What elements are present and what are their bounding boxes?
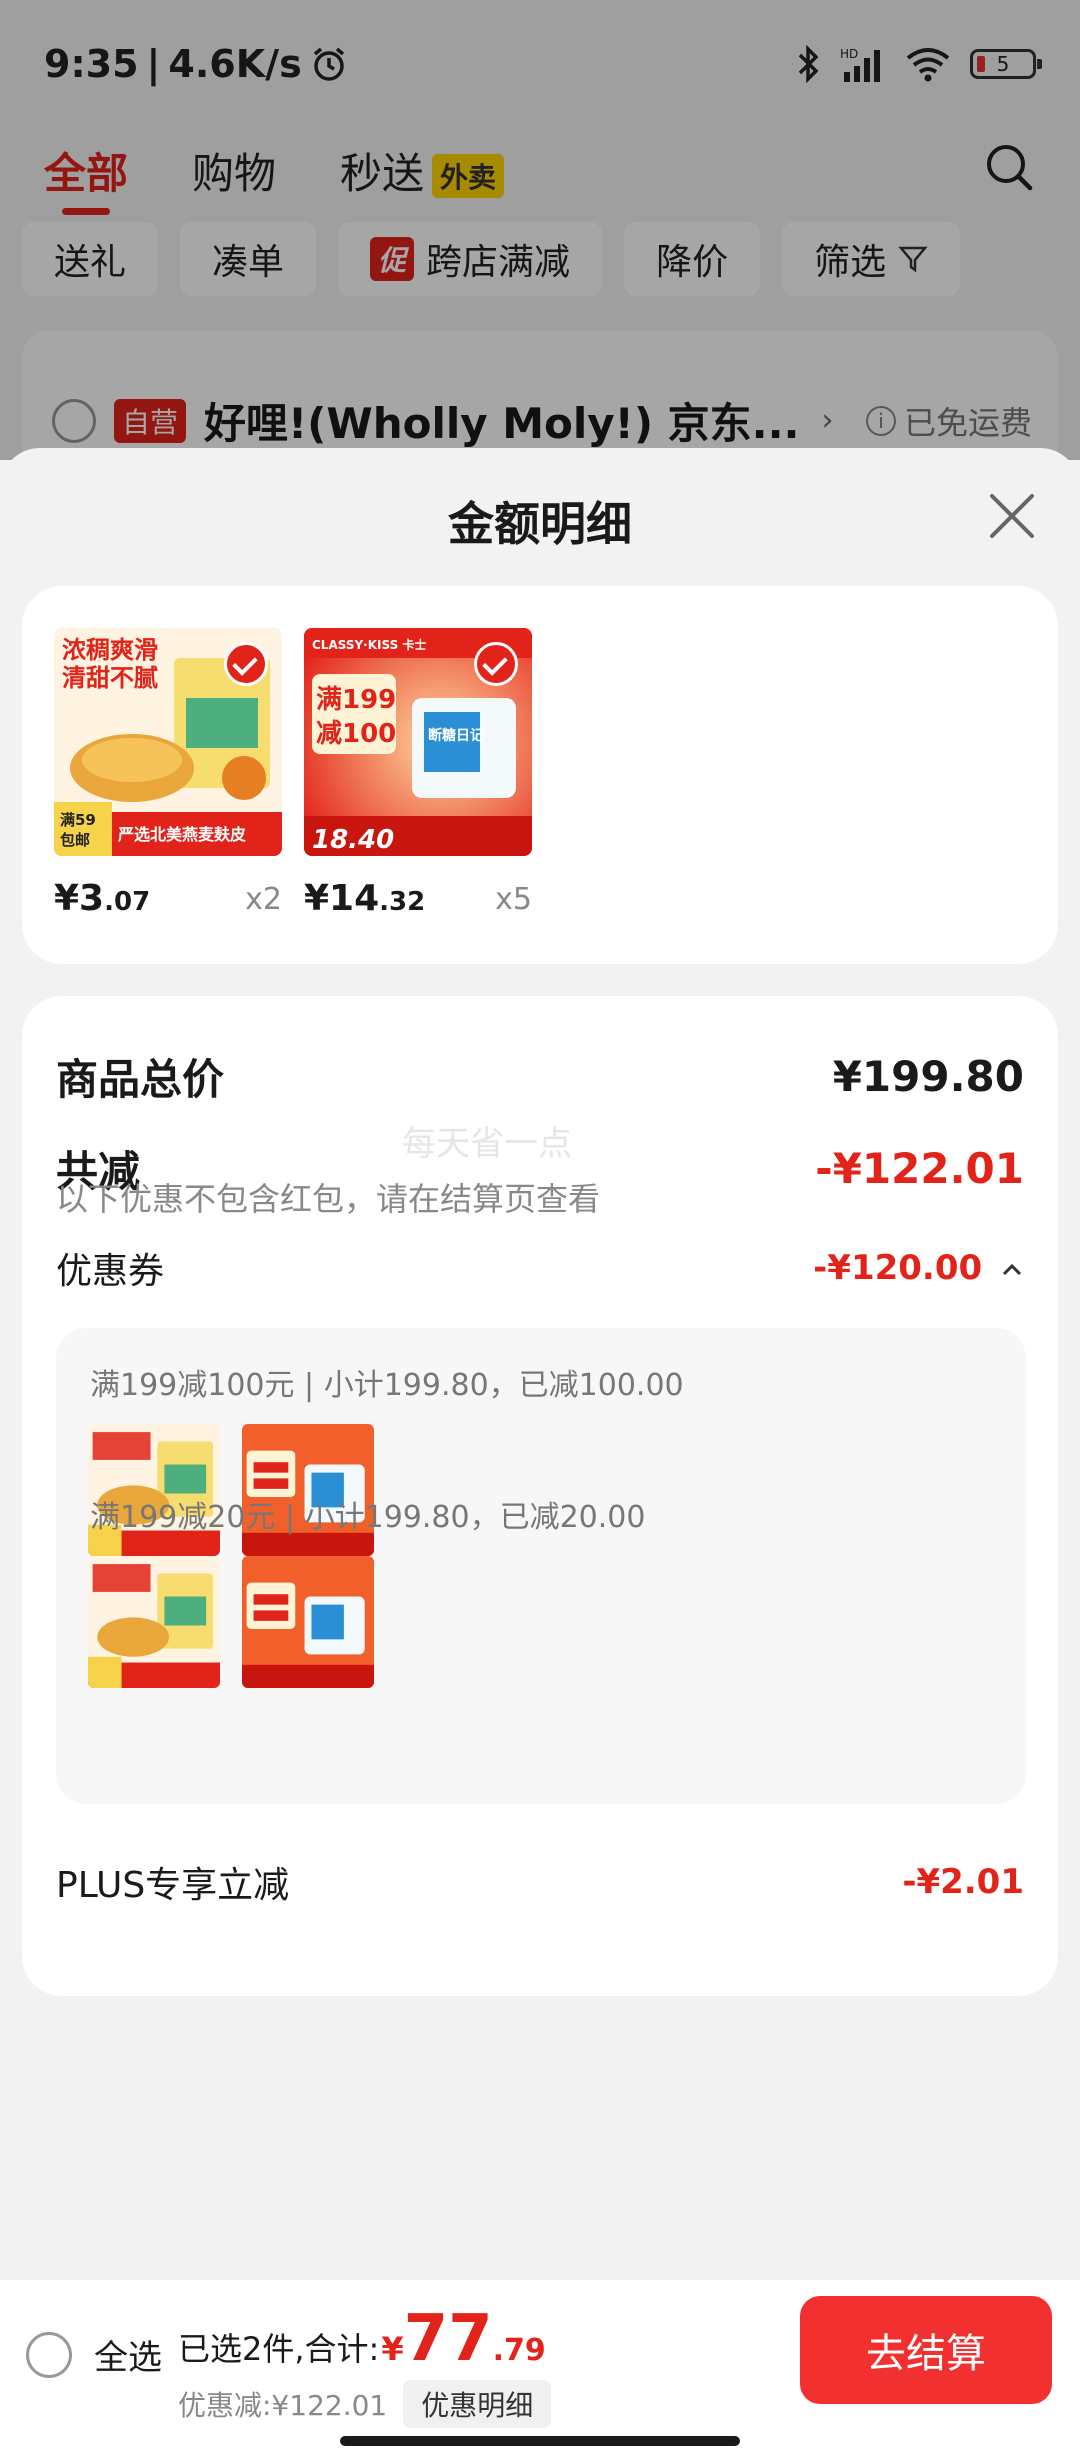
price-int: ¥14 (304, 878, 380, 919)
coupon-line: 满199减100元 | 小计199.80，已减100.00 (90, 1368, 684, 1403)
svg-text:包邮: 包邮 (60, 831, 90, 849)
selected-check-icon[interactable] (474, 642, 518, 686)
discount-detail-button[interactable]: 优惠明细 (403, 2380, 552, 2428)
selected-check-icon[interactable] (224, 642, 268, 686)
coupon-value: -¥120.00 (813, 1248, 1024, 1288)
coupon-label: 优惠券 (56, 1251, 165, 1292)
coupon-detail-box: 满199减100元 | 小计199.80，已减100.00 满199减20元 |… (56, 1328, 1026, 1804)
product-image-oat: 浓稠爽滑 清甜不腻 满59 包邮 严选北美燕麦麸皮 (54, 628, 282, 856)
chevron-up-icon[interactable] (1000, 1260, 1024, 1280)
product-qty: x5 (495, 882, 532, 917)
total-int: 77 (403, 2302, 493, 2376)
product-price: ¥14.32 (304, 878, 425, 919)
discount-line: 优惠减:¥122.01 优惠明细 (178, 2380, 552, 2428)
thumb-yogurt (242, 1556, 374, 1688)
svg-text:浓稠爽滑: 浓稠爽滑 (62, 636, 158, 664)
total-reduction-value: -¥122.01 (815, 1144, 1024, 1193)
sheet-title: 金额明细 (448, 497, 632, 551)
checkout-button[interactable]: 去结算 (800, 2296, 1052, 2404)
total-price-row: 商品总价 ¥199.80 (56, 1046, 1024, 1107)
select-all-radio[interactable] (26, 2331, 72, 2378)
price-dec: .32 (379, 887, 426, 917)
svg-text:减100: 减100 (316, 719, 396, 749)
product-price: ¥3.07 (54, 878, 150, 919)
coupon-thumbs (88, 1424, 374, 1556)
svg-text:18.40: 18.40 (312, 825, 394, 855)
plus-discount-label: PLUS专享立减 (56, 1865, 290, 1906)
total-dec: .79 (492, 2333, 546, 2368)
plus-discount-value: -¥2.01 (902, 1862, 1024, 1902)
product-image-yogurt: CLASSY·KISS 卡士 满199 减100 断糖日记 18.40 (304, 628, 532, 856)
price-dec: .07 (104, 887, 151, 917)
total-price-label: 商品总价 (56, 1055, 225, 1104)
price-int: ¥3 (54, 878, 105, 919)
svg-text:满59: 满59 (60, 811, 96, 829)
coupon-value-text: -¥120.00 (813, 1248, 983, 1288)
svg-text:清甜不腻: 清甜不腻 (62, 664, 158, 692)
total-prefix: 已选2件,合计: (178, 2330, 380, 2368)
total-currency: ¥ (381, 2330, 404, 2368)
select-all[interactable]: 全选 (26, 2330, 162, 2379)
total-line: 已选2件,合计: ¥ 77 .79 (178, 2302, 546, 2376)
home-indicator[interactable] (340, 2436, 740, 2446)
amount-detail-sheet: 金额明细 浓稠爽滑 清甜不腻 满59 包邮 严选北美燕麦麸皮 ¥3.07 x2 … (0, 448, 1080, 2460)
product-qty: x2 (245, 882, 282, 917)
product-item[interactable]: 浓稠爽滑 清甜不腻 满59 包邮 严选北美燕麦麸皮 ¥3.07 x2 (54, 628, 282, 919)
coupon-thumbs (88, 1556, 374, 1688)
coupon-row[interactable]: 优惠券 -¥120.00 (56, 1242, 1024, 1294)
svg-text:满199: 满199 (316, 685, 396, 715)
thumb-oat (88, 1556, 220, 1688)
select-all-label: 全选 (94, 2338, 162, 2378)
thumb-yogurt (242, 1424, 374, 1556)
reduction-note: 以下优惠不包含红包，请在结算页查看 (56, 1180, 601, 1218)
svg-text:断糖日记: 断糖日记 (428, 727, 484, 744)
dim-overlay[interactable] (0, 0, 1080, 460)
product-item[interactable]: CLASSY·KISS 卡士 满199 减100 断糖日记 18.40 ¥14.… (304, 628, 532, 919)
amount-detail-card: 商品总价 ¥199.80 每天省一点 共减 -¥122.01 以下优惠不包含红包… (22, 996, 1058, 1996)
thumb-oat (88, 1424, 220, 1556)
products-card: 浓稠爽滑 清甜不腻 满59 包邮 严选北美燕麦麸皮 ¥3.07 x2 CLASS… (22, 586, 1058, 964)
total-price-value: ¥199.80 (832, 1052, 1024, 1101)
discount-text: 优惠减:¥122.01 (178, 2389, 388, 2422)
coupon-line: 满199减20元 | 小计199.80，已减20.00 (90, 1500, 646, 1535)
svg-text:CLASSY·KISS 卡士: CLASSY·KISS 卡士 (312, 637, 426, 652)
plus-discount-row: PLUS专享立减 -¥2.01 (56, 1856, 1024, 1908)
checkout-bar: 全选 已选2件,合计: ¥ 77 .79 优惠减:¥122.01 优惠明细 去结… (0, 2280, 1080, 2460)
close-icon[interactable] (984, 488, 1040, 544)
svg-text:严选北美燕麦麸皮: 严选北美燕麦麸皮 (117, 825, 246, 844)
